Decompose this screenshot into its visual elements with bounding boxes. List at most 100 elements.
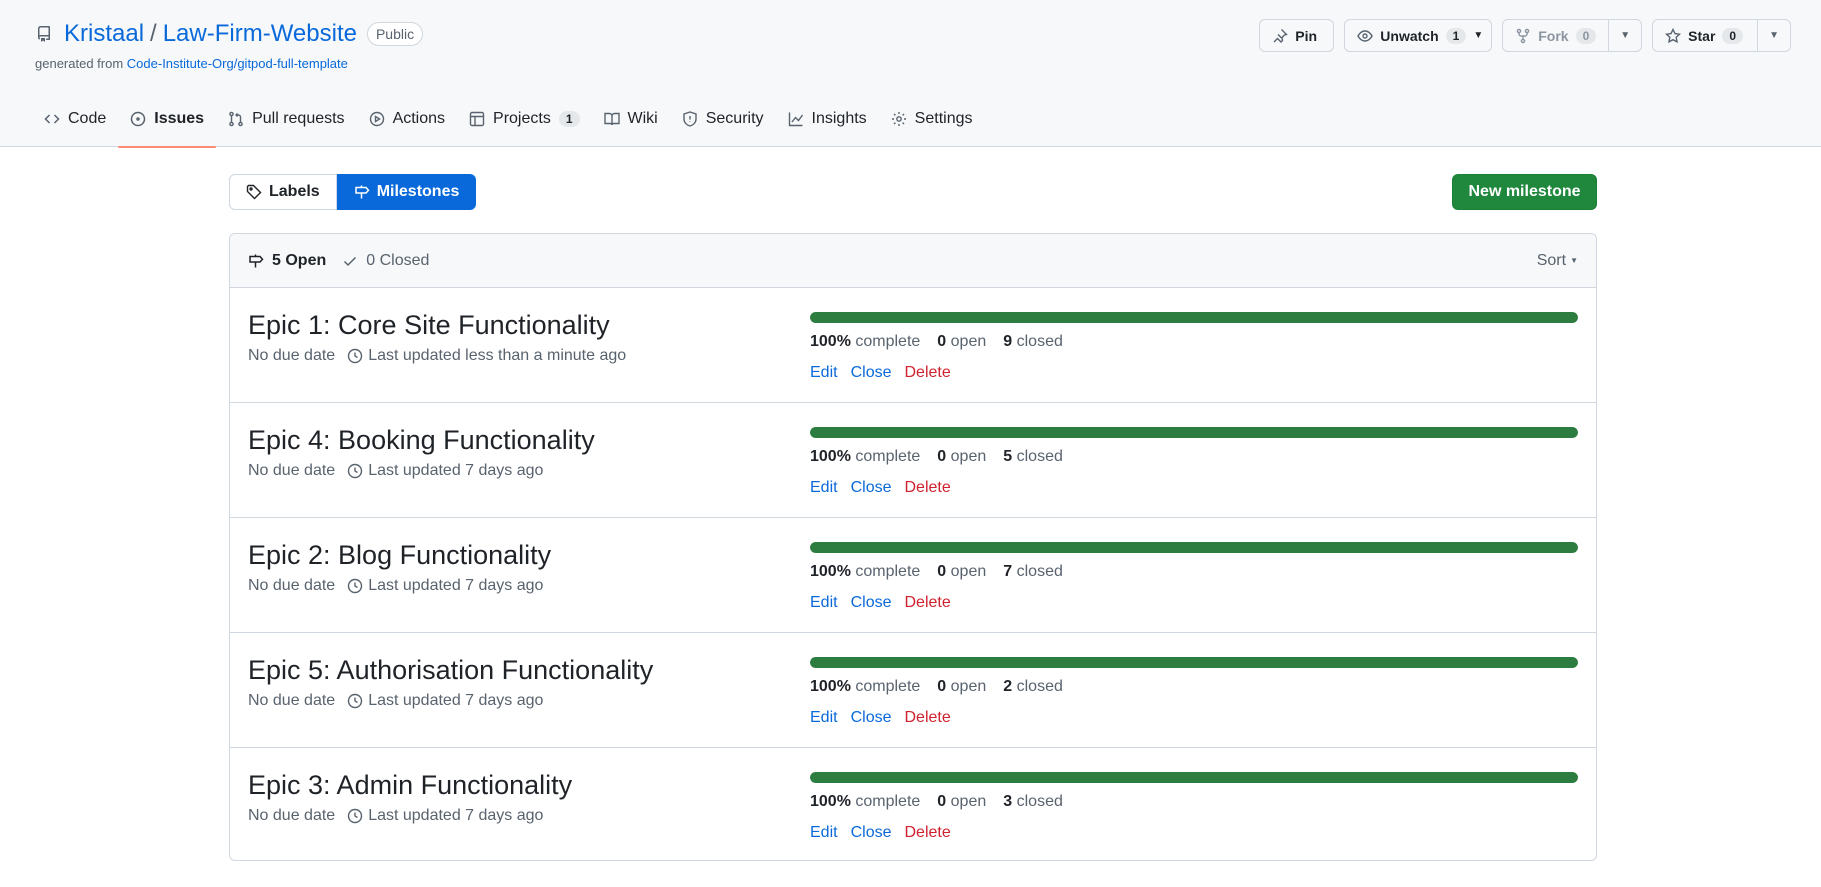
close-link[interactable]: Close: [851, 479, 892, 497]
tab-settings[interactable]: Settings: [879, 104, 985, 147]
close-link[interactable]: Close: [851, 709, 892, 727]
delete-link[interactable]: Delete: [904, 364, 950, 382]
milestone-stats: 100% complete 0 open 5 closed: [810, 448, 1063, 466]
last-updated-text: Last updated 7 days ago: [368, 692, 544, 709]
milestone-title[interactable]: Epic 2: Blog Functionality: [248, 540, 551, 571]
clock-icon: [347, 578, 363, 594]
generated-from: generated from Code-Institute-Org/gitpod…: [35, 56, 348, 71]
milestones-list-header: 5 Open 0 Closed Sort ▼: [230, 234, 1596, 288]
percent-complete: 100% complete: [810, 793, 921, 810]
milestone-row: Epic 3: Admin Functionality No due date …: [230, 748, 1596, 860]
delete-link[interactable]: Delete: [904, 479, 950, 497]
template-link[interactable]: Code-Institute-Org/gitpod-full-template: [127, 56, 348, 71]
issue-opened-icon: [131, 111, 146, 127]
edit-link[interactable]: Edit: [810, 479, 838, 497]
repo-owner-link[interactable]: Kristaal: [64, 20, 144, 48]
due-date: No due date: [248, 462, 336, 479]
milestone-title[interactable]: Epic 5: Authorisation Functionality: [248, 655, 653, 686]
closed-issues-count: 9 closed: [1003, 333, 1063, 350]
milestone-meta: No due date Last updated 7 days ago: [248, 692, 543, 710]
tab-issues[interactable]: Issues: [118, 104, 216, 148]
repo-name-link[interactable]: Law-Firm-Website: [163, 20, 357, 48]
tab-label: Settings: [914, 110, 973, 127]
star-count: 0: [1722, 27, 1744, 44]
labels-button[interactable]: Labels: [229, 174, 337, 210]
progress-bar-fill: [810, 312, 1578, 323]
open-milestones-filter[interactable]: 5 Open: [248, 252, 326, 270]
clock-icon: [347, 348, 363, 364]
milestone-title[interactable]: Epic 3: Admin Functionality: [248, 770, 572, 801]
edit-link[interactable]: Edit: [810, 709, 838, 727]
closed-issues-count: 2 closed: [1003, 678, 1063, 695]
tab-actions[interactable]: Actions: [357, 104, 457, 147]
milestones-button[interactable]: Milestones: [336, 174, 477, 210]
tab-code[interactable]: Code: [32, 104, 118, 147]
labels-label: Labels: [269, 183, 320, 200]
check-icon: [344, 256, 357, 266]
caret-down-icon: ▼: [1769, 30, 1779, 41]
caret-down-icon: ▼: [1473, 30, 1484, 41]
tab-label: Actions: [392, 110, 446, 127]
open-issues-count: 0 open: [937, 793, 987, 810]
tab-label: Wiki: [627, 110, 658, 127]
clock-icon: [347, 808, 363, 824]
fork-button[interactable]: Fork 0 ▼: [1502, 19, 1643, 52]
close-link[interactable]: Close: [851, 364, 892, 382]
gear-icon: [891, 112, 906, 126]
star-button[interactable]: Star 0 ▼: [1652, 19, 1791, 52]
milestone-row: Epic 2: Blog Functionality No due date L…: [230, 518, 1596, 633]
milestone-row: Epic 4: Booking Functionality No due dat…: [230, 403, 1596, 518]
milestone-stats: 100% complete 0 open 7 closed: [810, 563, 1063, 581]
open-count-label: 5 Open: [272, 251, 327, 269]
generated-from-label: generated from: [35, 56, 127, 71]
watch-button[interactable]: Unwatch 1 ▼: [1344, 19, 1493, 52]
milestone-stats: 100% complete 0 open 9 closed: [810, 333, 1063, 351]
fork-label: Fork: [1538, 27, 1569, 44]
edit-link[interactable]: Edit: [810, 824, 838, 842]
milestone-title[interactable]: Epic 1: Core Site Functionality: [248, 310, 610, 341]
star-dropdown[interactable]: ▼: [1757, 20, 1790, 51]
sort-dropdown[interactable]: Sort ▼: [1537, 252, 1578, 270]
delete-link[interactable]: Delete: [904, 709, 950, 727]
percent-complete: 100% complete: [810, 563, 921, 580]
path-separator: /: [150, 20, 157, 47]
progress-bar: [810, 772, 1578, 783]
tab-projects[interactable]: Projects 1: [457, 104, 591, 147]
due-date: No due date: [248, 347, 336, 364]
delete-link[interactable]: Delete: [904, 824, 950, 842]
edit-link[interactable]: Edit: [810, 594, 838, 612]
delete-link[interactable]: Delete: [904, 594, 950, 612]
closed-issues-count: 3 closed: [1003, 793, 1063, 810]
closed-milestones-filter[interactable]: 0 Closed: [342, 252, 429, 270]
repo-header: Kristaal / Law-Firm-Website Public gener…: [0, 0, 1821, 148]
repo-actions: Pin Unwatch 1 ▼ Fork 0 ▼ Star 0 ▼: [1259, 19, 1791, 52]
tab-security[interactable]: Security: [670, 104, 776, 147]
due-date: No due date: [248, 807, 336, 824]
tab-label: Issues: [154, 110, 205, 127]
closed-issues-count: 7 closed: [1003, 563, 1063, 580]
fork-dropdown[interactable]: ▼: [1608, 20, 1641, 51]
tab-wiki[interactable]: Wiki: [592, 104, 670, 147]
due-date: No due date: [248, 577, 336, 594]
milestones-list: 5 Open 0 Closed Sort ▼ Epic 1: Core Site…: [229, 233, 1597, 861]
code-icon: [44, 114, 60, 124]
shield-icon: [683, 111, 697, 127]
repo-nav: Code Issues Pull requests Actions Projec…: [32, 104, 985, 148]
edit-link[interactable]: Edit: [810, 364, 838, 382]
milestone-actions: Edit Close Delete: [810, 594, 951, 612]
tab-insights[interactable]: Insights: [776, 104, 879, 147]
last-updated-text: Last updated 7 days ago: [368, 462, 544, 479]
close-link[interactable]: Close: [851, 594, 892, 612]
pin-button[interactable]: Pin: [1259, 19, 1335, 52]
tag-icon: [246, 184, 262, 200]
tab-pull-requests[interactable]: Pull requests: [216, 104, 357, 147]
watch-label: Unwatch: [1380, 27, 1439, 44]
sort-label: Sort: [1536, 251, 1567, 269]
pin-label: Pin: [1295, 27, 1318, 44]
progress-bar: [810, 427, 1578, 438]
close-link[interactable]: Close: [851, 824, 892, 842]
caret-down-icon: ▼: [1620, 30, 1631, 41]
last-updated: Last updated 7 days ago: [347, 807, 543, 825]
milestone-title[interactable]: Epic 4: Booking Functionality: [248, 425, 595, 456]
new-milestone-button[interactable]: New milestone: [1452, 174, 1597, 210]
